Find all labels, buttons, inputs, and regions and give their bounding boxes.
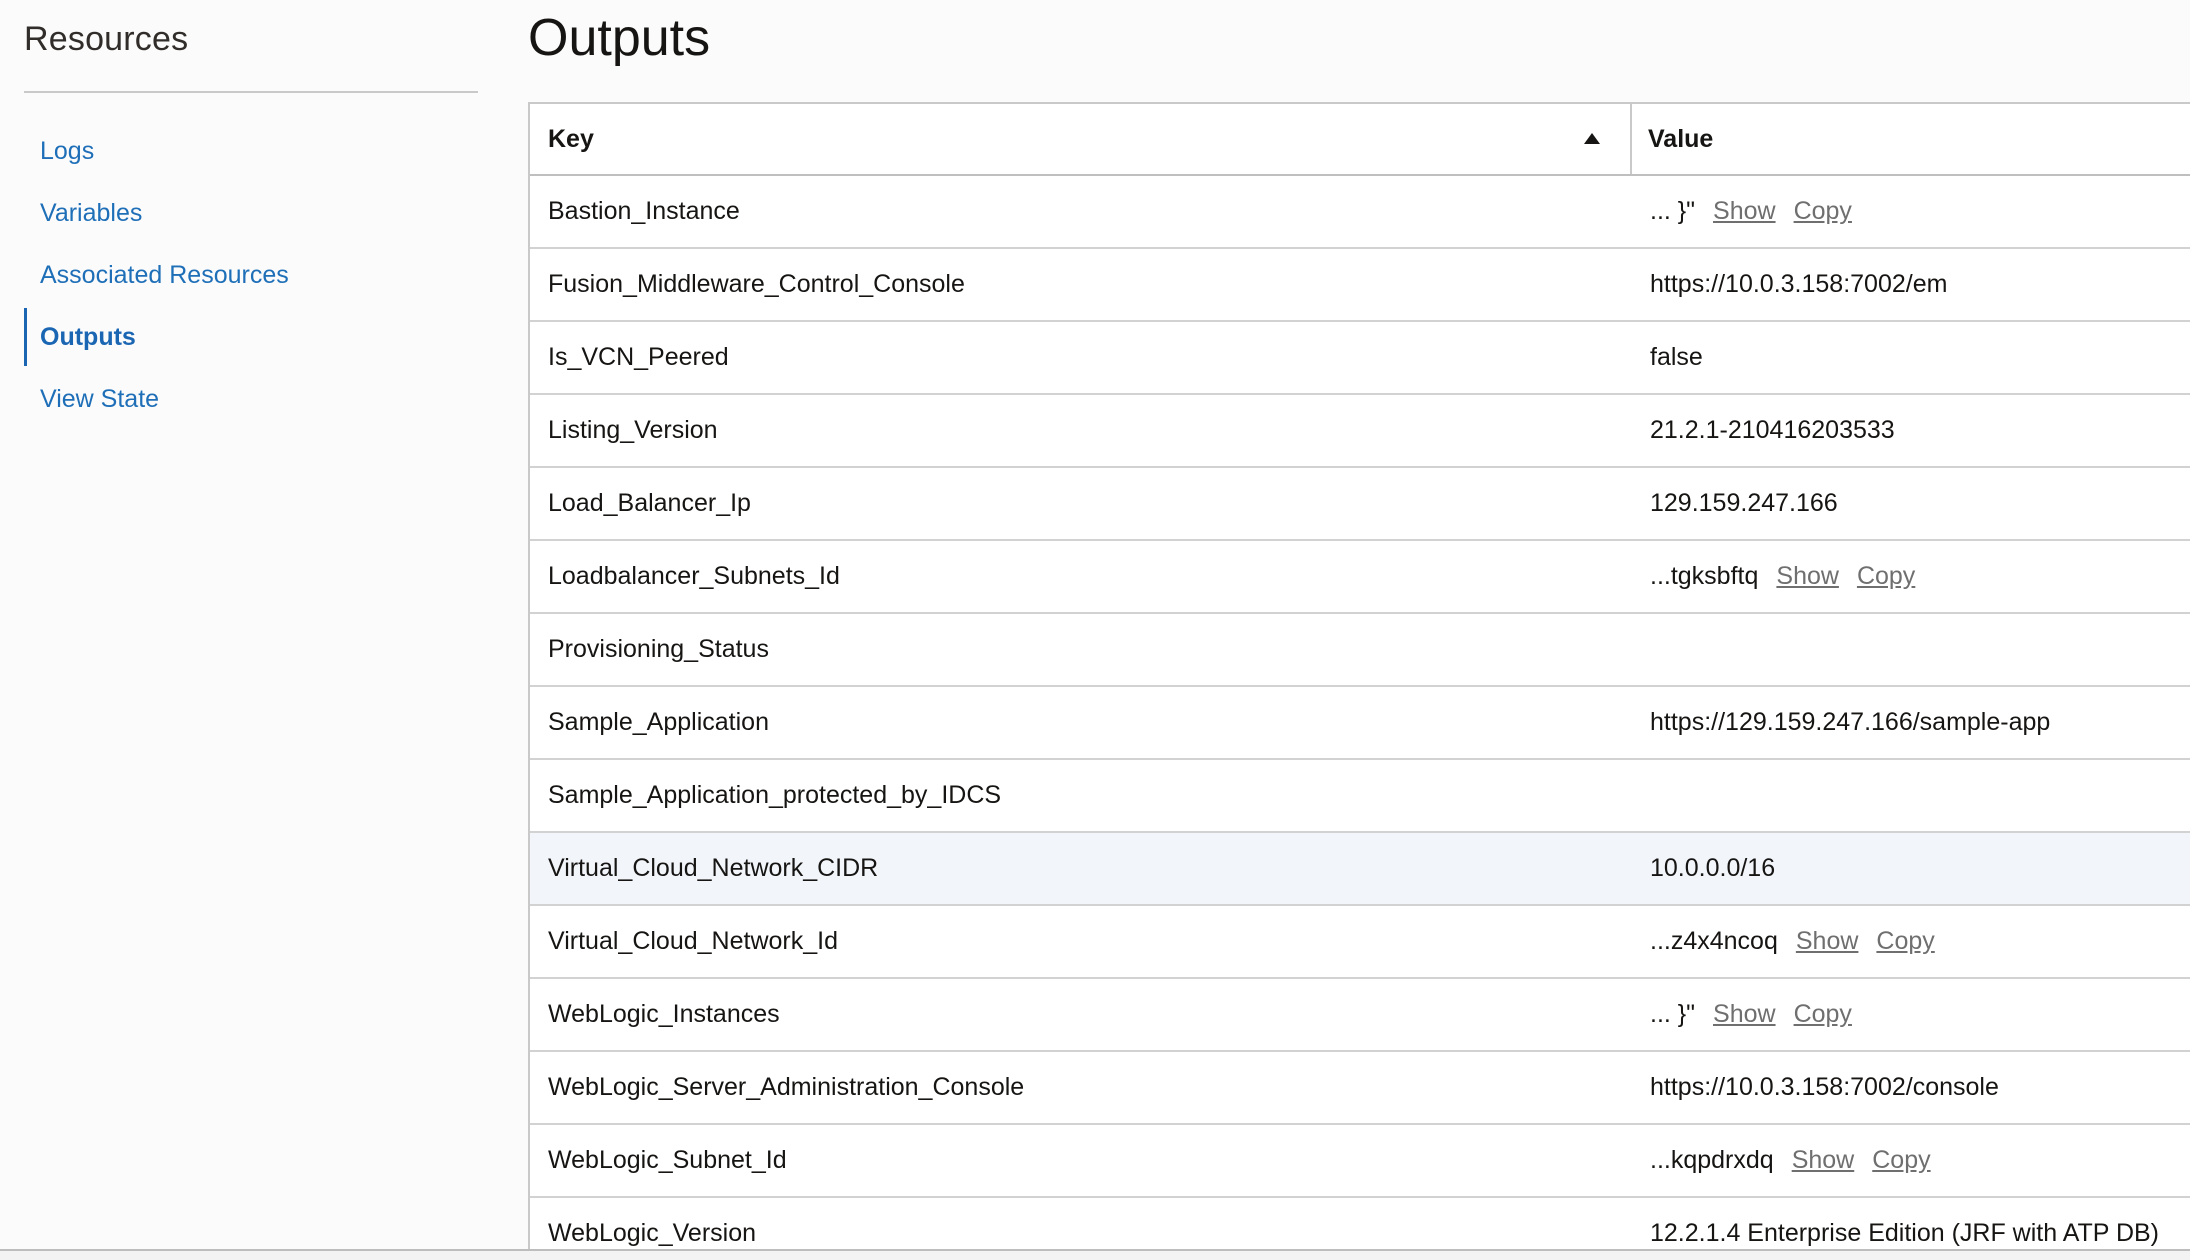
sidebar-item-variables[interactable]: Variables — [24, 182, 478, 244]
table-row: Listing_Version 21.2.1-210416203533 — [530, 395, 2190, 468]
sidebar-item-associated-resources[interactable]: Associated Resources — [24, 244, 478, 306]
output-key: Listing_Version — [548, 416, 718, 444]
output-value: ... }" — [1650, 197, 1696, 225]
page-title: Outputs — [528, 9, 711, 67]
output-key: Is_VCN_Peered — [548, 343, 729, 371]
output-value-cell: ...kqpdrxdq Show Copy — [1632, 1125, 2190, 1196]
output-key: Fusion_Middleware_Control_Console — [548, 270, 965, 298]
output-value-cell: https://10.0.3.158:7002/em — [1632, 249, 2190, 320]
output-key: WebLogic_Server_Administration_Console — [548, 1073, 1025, 1101]
table-body: Bastion_Instance ... }" Show Copy Fusion_Mid… — [530, 176, 2190, 1252]
copy-link[interactable]: Copy — [1872, 1146, 1930, 1175]
table-row: WebLogic_Subnet_Id ...kqpdrxdq Show Copy — [530, 1125, 2190, 1198]
output-value-cell: ... }" Show Copy — [1632, 979, 2190, 1050]
column-header-value-label: Value — [1648, 124, 1714, 153]
show-link[interactable]: Show — [1796, 927, 1859, 956]
table-row: Provisioning_Status — [530, 614, 2190, 687]
output-value-cell: ...z4x4ncoq Show Copy — [1632, 906, 2190, 977]
bottom-scroll-area — [0, 1249, 2190, 1260]
table-row: Virtual_Cloud_Network_CIDR 10.0.0.0/16 — [530, 833, 2190, 906]
output-key: Loadbalancer_Subnets_Id — [548, 562, 840, 590]
copy-link[interactable]: Copy — [1794, 1000, 1852, 1029]
sort-ascending-icon[interactable] — [1584, 133, 1600, 144]
copy-link[interactable]: Copy — [1876, 927, 1934, 956]
table-row: Loadbalancer_Subnets_Id ...tgksbftq Show Co… — [530, 541, 2190, 614]
table-row: Sample_Application https://129.159.247.16… — [530, 687, 2190, 760]
output-value: 10.0.0.0/16 — [1650, 854, 1776, 882]
output-key: Sample_Application — [548, 708, 769, 736]
sidebar-title: Resources — [24, 20, 189, 58]
sidebar-nav: Logs Variables Associated Resources Outp… — [24, 120, 478, 430]
copy-link[interactable]: Copy — [1794, 197, 1852, 226]
output-key: Virtual_Cloud_Network_CIDR — [548, 854, 879, 882]
output-value-cell: ...tgksbftq Show Copy — [1632, 541, 2190, 612]
output-value-cell — [1632, 760, 2190, 831]
output-value-cell: 21.2.1-210416203533 — [1632, 395, 2190, 466]
output-value: 21.2.1-210416203533 — [1650, 416, 1895, 444]
column-header-value: Value — [1632, 104, 2190, 174]
output-value-cell: https://10.0.3.158:7002/console — [1632, 1052, 2190, 1123]
page: Resources Logs Variables Associated Reso… — [0, 0, 2190, 1260]
output-value-cell: ... }" Show Copy — [1632, 176, 2190, 247]
sidebar-item-logs[interactable]: Logs — [24, 120, 478, 182]
output-value: ... }" — [1650, 1000, 1696, 1028]
output-value: https://10.0.3.158:7002/console — [1650, 1073, 1999, 1101]
output-key: Provisioning_Status — [548, 635, 769, 663]
table-row: Is_VCN_Peered false — [530, 322, 2190, 395]
output-value: ...tgksbftq — [1650, 562, 1759, 590]
table-row: Load_Balancer_Ip 129.159.247.166 — [530, 468, 2190, 541]
output-key: Load_Balancer_Ip — [548, 489, 751, 517]
table-header-row: Key Value — [530, 104, 2190, 176]
output-value: ...z4x4ncoq — [1650, 927, 1778, 955]
table-row: Bastion_Instance ... }" Show Copy — [530, 176, 2190, 249]
outputs-table: Key Value Bastion_Instance ... }" Show Copy… — [528, 102, 2190, 1252]
sidebar-item-outputs[interactable]: Outputs — [24, 306, 478, 368]
show-link[interactable]: Show — [1713, 197, 1776, 226]
show-link[interactable]: Show — [1792, 1146, 1855, 1175]
output-value: https://10.0.3.158:7002/em — [1650, 270, 1948, 298]
show-link[interactable]: Show — [1776, 562, 1839, 591]
column-header-key-label: Key — [548, 124, 594, 153]
output-value: https://129.159.247.166/sample-app — [1650, 708, 2051, 736]
output-value: false — [1650, 343, 1703, 371]
output-key: WebLogic_Subnet_Id — [548, 1146, 787, 1174]
output-value-cell: 12.2.1.4 Enterprise Edition (JRF with AT… — [1632, 1198, 2190, 1252]
output-value-cell: https://129.159.247.166/sample-app — [1632, 687, 2190, 758]
table-row: WebLogic_Instances ... }" Show Copy — [530, 979, 2190, 1052]
table-row: Sample_Application_protected_by_IDCS — [530, 760, 2190, 833]
show-link[interactable]: Show — [1713, 1000, 1776, 1029]
table-row: WebLogic_Version 12.2.1.4 Enterprise Edit… — [530, 1198, 2190, 1252]
output-value-cell: false — [1632, 322, 2190, 393]
output-value: ...kqpdrxdq — [1650, 1146, 1774, 1174]
sidebar-item-view-state[interactable]: View State — [24, 368, 478, 430]
output-key: Virtual_Cloud_Network_Id — [548, 927, 838, 955]
output-value-cell: 10.0.0.0/16 — [1632, 833, 2190, 904]
resources-sidebar: Resources Logs Variables Associated Reso… — [0, 0, 480, 1250]
output-key: WebLogic_Instances — [548, 1000, 780, 1028]
output-key: Sample_Application_protected_by_IDCS — [548, 781, 1002, 809]
output-value-cell — [1632, 614, 2190, 685]
table-row: Virtual_Cloud_Network_Id ...z4x4ncoq Show C… — [530, 906, 2190, 979]
output-value: 12.2.1.4 Enterprise Edition (JRF with AT… — [1650, 1219, 2160, 1247]
sidebar-divider — [24, 91, 478, 93]
copy-link[interactable]: Copy — [1857, 562, 1915, 591]
table-row: Fusion_Middleware_Control_Console https:/… — [530, 249, 2190, 322]
output-key: Bastion_Instance — [548, 197, 740, 225]
table-row: WebLogic_Server_Administration_Console ht… — [530, 1052, 2190, 1125]
output-value-cell: 129.159.247.166 — [1632, 468, 2190, 539]
output-key: WebLogic_Version — [548, 1219, 757, 1247]
column-header-key[interactable]: Key — [530, 104, 1632, 174]
output-value: 129.159.247.166 — [1650, 489, 1838, 517]
